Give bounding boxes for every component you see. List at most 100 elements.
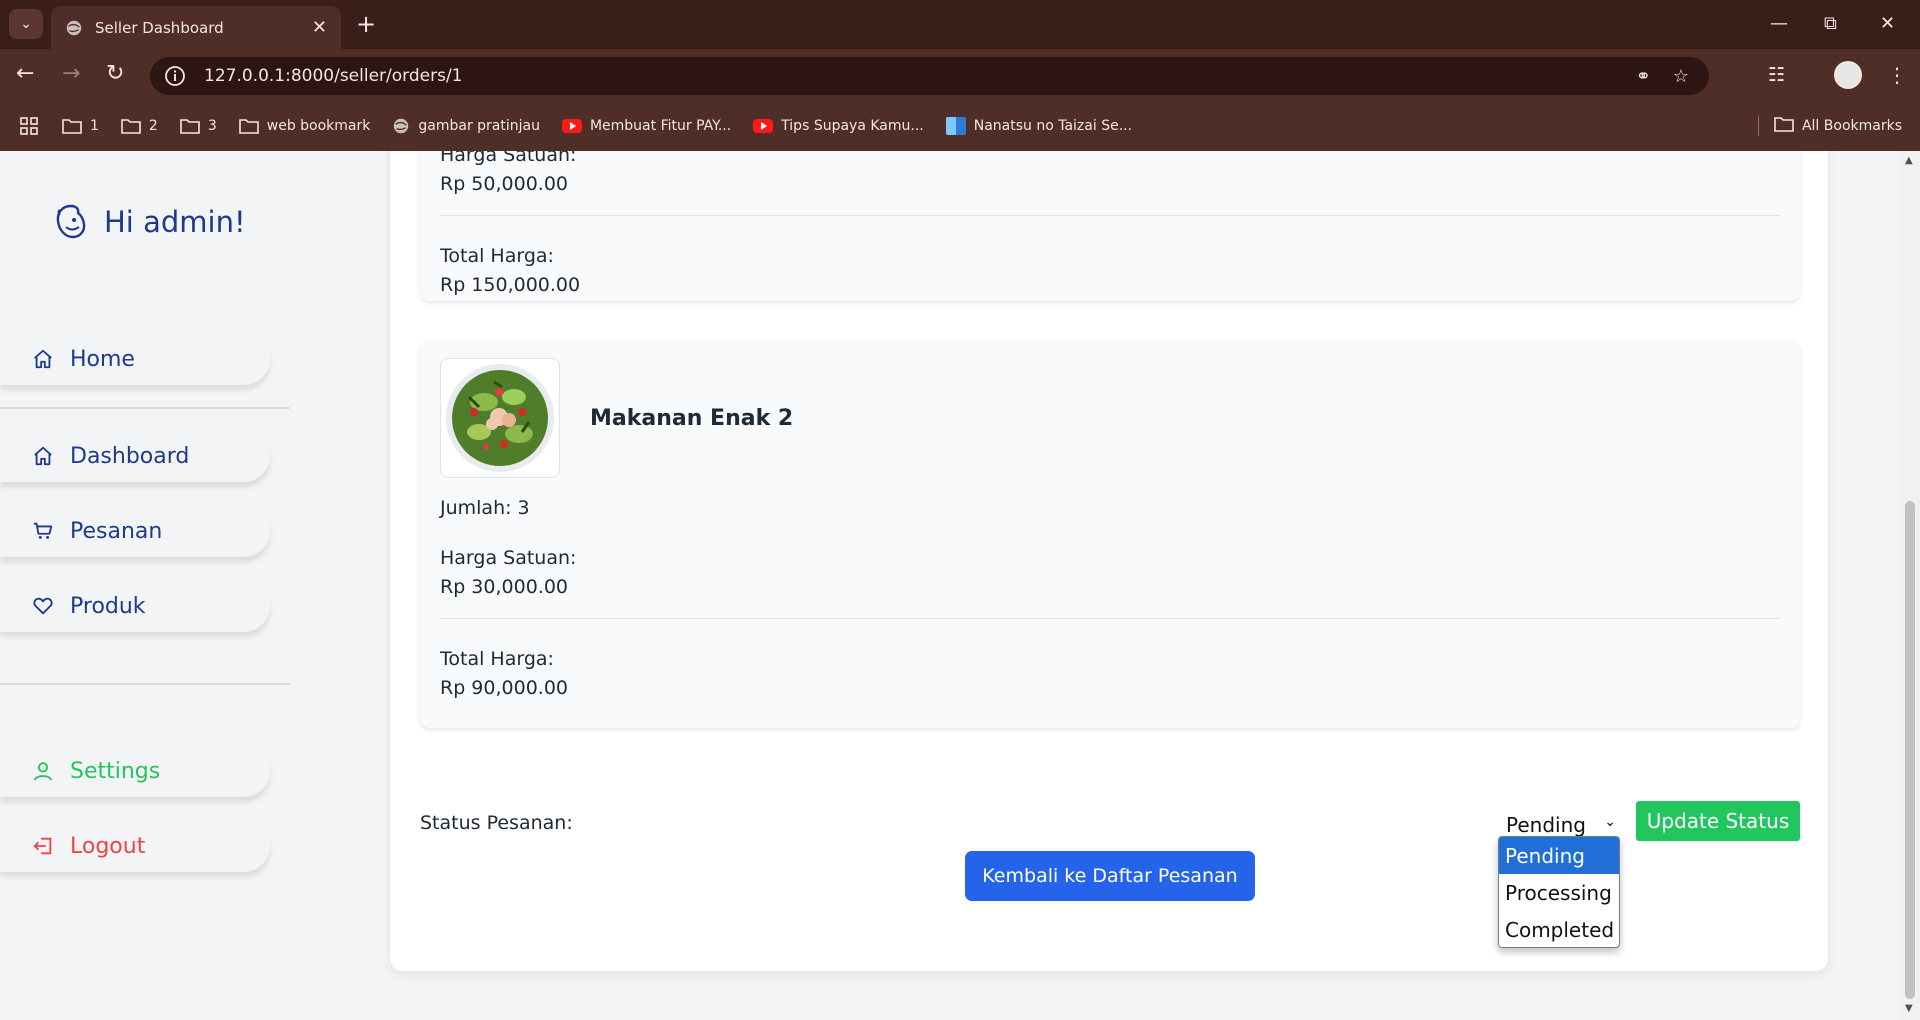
globe-icon [66, 20, 82, 35]
bookmark-label: gambar pratinjau [418, 118, 540, 134]
folder-icon [62, 118, 82, 134]
sidebar-item-logout[interactable]: Logout [0, 820, 270, 872]
bookmark-2[interactable]: 2 [121, 118, 158, 134]
bookmarks-bar: 1 2 3 web bookmark gambar pratinjau Memb… [0, 101, 1920, 151]
unit-price-value: Rp 30,000.00 [440, 576, 568, 598]
forward-arrow-icon[interactable]: → [62, 63, 80, 85]
profile-avatar[interactable] [1834, 61, 1862, 89]
sidebar-item-label: Settings [70, 758, 161, 784]
home-icon [32, 445, 54, 467]
apps-icon[interactable] [20, 117, 38, 135]
sidebar: Hi admin! Home Dashboard Pesanan Produk … [0, 151, 290, 1020]
bookmark-membuat[interactable]: Membuat Fitur PAY... [561, 118, 732, 134]
sidebar-item-settings[interactable]: Settings [0, 745, 270, 797]
bookmark-web[interactable]: web bookmark [238, 118, 371, 134]
scrollbar-thumb[interactable] [1905, 501, 1915, 999]
sidebar-item-label: Produk [70, 593, 146, 619]
sidebar-item-label: Dashboard [70, 443, 190, 469]
order-item-1: Harga Satuan: Rp 50,000.00 Total Harga: … [420, 151, 1800, 301]
order-item-2: Makanan Enak 2 Jumlah: 3 Harga Satuan: R… [420, 340, 1800, 728]
bookmark-nanatsu[interactable]: Nanatsu no Taizai Se... [945, 117, 1132, 135]
bookmark-label: 3 [207, 118, 217, 134]
total-price-label: Total Harga: [440, 245, 554, 267]
folder-icon [180, 118, 200, 134]
bookmark-tips[interactable]: Tips Supaya Kamu... [753, 118, 924, 134]
update-status-button[interactable]: Update Status [1636, 801, 1800, 841]
minimize-icon[interactable]: — [1770, 12, 1788, 36]
bookmark-label: Tips Supaya Kamu... [781, 118, 924, 134]
sidebar-item-pesanan[interactable]: Pesanan [0, 505, 270, 557]
heart-icon [32, 595, 54, 617]
page-viewport: Hi admin! Home Dashboard Pesanan Produk … [0, 151, 1900, 1020]
bookmark-label: 2 [148, 118, 158, 134]
quantity-text: Jumlah: 3 [440, 497, 530, 519]
extensions-icon[interactable]: ☷ [1768, 64, 1785, 86]
sidebar-item-produk[interactable]: Produk [0, 580, 270, 632]
browser-tab-bar: ⌄ Seller Dashboard ✕ + — ⧉ ✕ [0, 0, 1920, 49]
folder-icon [238, 118, 259, 134]
cart-icon [32, 520, 54, 542]
bookmark-label: Membuat Fitur PAY... [589, 118, 732, 134]
status-option-pending[interactable]: Pending [1499, 837, 1619, 874]
password-key-icon[interactable]: ⚭ [1636, 66, 1651, 87]
bookmark-label: web bookmark [266, 118, 371, 134]
close-tab-icon[interactable]: ✕ [312, 17, 327, 38]
reload-icon[interactable]: ↻ [106, 63, 124, 85]
new-tab-icon[interactable]: + [356, 12, 376, 36]
folder-icon [1774, 116, 1794, 136]
mailchimp-logo-icon [56, 204, 86, 239]
bookmark-label: 1 [90, 118, 99, 134]
bookmark-star-icon[interactable]: ☆ [1673, 66, 1689, 87]
globe-icon [392, 117, 410, 135]
site-info-icon[interactable] [164, 65, 186, 87]
sidebar-item-home[interactable]: Home [0, 333, 270, 385]
folder-icon [121, 118, 141, 134]
greeting: Hi admin! [104, 205, 246, 239]
bookmark-3[interactable]: 3 [180, 118, 217, 134]
url-text: 127.0.0.1:8000/seller/orders/1 [204, 66, 463, 86]
youtube-icon [561, 119, 582, 133]
unit-price-label: Harga Satuan: [440, 151, 577, 166]
scroll-down-arrow-icon[interactable]: ▼ [1905, 1003, 1913, 1014]
unit-price-label: Harga Satuan: [440, 547, 577, 569]
restore-icon[interactable]: ⧉ [1824, 12, 1837, 36]
tab-search-icon[interactable]: ⌄ [9, 9, 43, 39]
back-arrow-icon[interactable]: ← [16, 63, 34, 85]
page-scrollbar[interactable]: ▲ ▼ [1900, 151, 1920, 1020]
site-icon [945, 117, 966, 135]
product-image [440, 358, 560, 478]
chevron-down-icon: ⌄ [1604, 814, 1616, 830]
close-window-icon[interactable]: ✕ [1880, 12, 1895, 36]
status-dropdown-list: Pending Processing Completed [1498, 836, 1620, 948]
status-label: Status Pesanan: [420, 812, 573, 834]
item-divider [440, 215, 1780, 216]
bookmark-separator [1758, 116, 1759, 136]
sidebar-brand: Hi admin! [54, 203, 246, 241]
status-option-processing[interactable]: Processing [1499, 874, 1619, 911]
user-icon [32, 760, 54, 782]
back-to-orders-button[interactable]: Kembali ke Daftar Pesanan [965, 851, 1255, 901]
scroll-up-arrow-icon[interactable]: ▲ [1905, 155, 1913, 166]
browser-menu-icon[interactable]: ⋮ [1887, 63, 1907, 87]
product-name: Makanan Enak 2 [590, 406, 794, 431]
sidebar-divider [0, 683, 290, 685]
unit-price-value: Rp 50,000.00 [440, 173, 568, 195]
home-icon [32, 348, 54, 370]
status-option-completed[interactable]: Completed [1499, 911, 1619, 947]
total-price-value: Rp 90,000.00 [440, 677, 568, 699]
address-bar[interactable]: 127.0.0.1:8000/seller/orders/1 ⚭ ☆ [150, 57, 1709, 95]
browser-tab[interactable]: Seller Dashboard ✕ [51, 6, 341, 49]
item-divider [440, 618, 1780, 619]
youtube-icon [753, 119, 774, 133]
sidebar-item-dashboard[interactable]: Dashboard [0, 430, 270, 482]
sidebar-item-label: Home [70, 346, 135, 372]
total-price-label: Total Harga: [440, 648, 554, 670]
browser-toolbar: ← → ↻ 127.0.0.1:8000/seller/orders/1 ⚭ ☆… [0, 49, 1920, 101]
sidebar-item-label: Pesanan [70, 518, 163, 544]
all-bookmarks-label: All Bookmarks [1801, 118, 1902, 134]
sidebar-divider [0, 407, 290, 409]
bookmark-gambar[interactable]: gambar pratinjau [392, 117, 540, 135]
bookmark-1[interactable]: 1 [62, 118, 99, 134]
all-bookmarks-button[interactable]: All Bookmarks [1774, 116, 1902, 136]
total-price-value: Rp 150,000.00 [440, 274, 581, 296]
